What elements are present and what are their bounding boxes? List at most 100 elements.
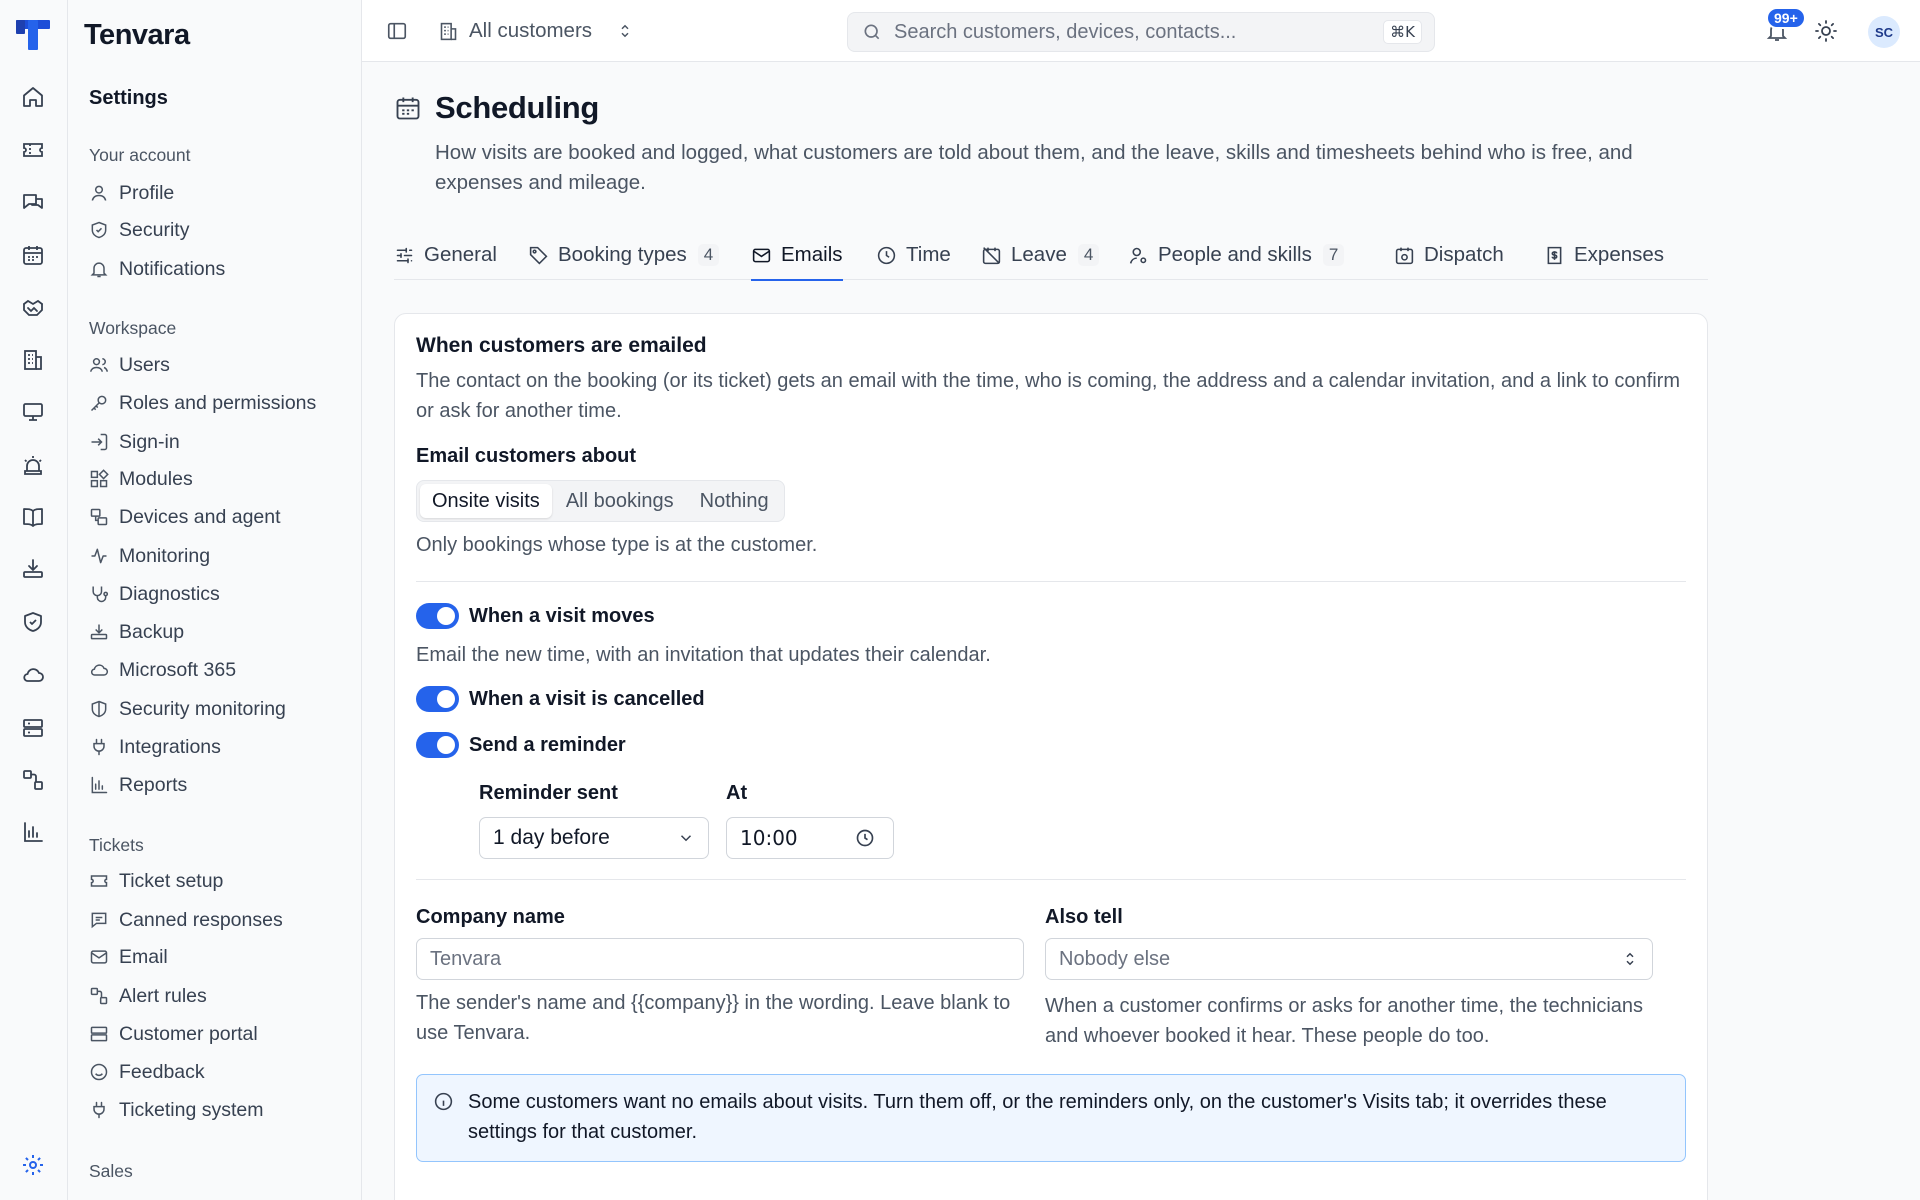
clock-icon xyxy=(877,246,896,264)
sidebar-item-roles[interactable]: Roles and permissions xyxy=(89,386,316,420)
sidebar-item-customer-portal[interactable]: Customer portal xyxy=(89,1017,258,1051)
sidebar-item-integrations[interactable]: Integrations xyxy=(89,730,221,764)
sidebar-item-label: Microsoft 365 xyxy=(119,658,237,681)
ticket-icon xyxy=(90,875,108,887)
avatar[interactable]: SC xyxy=(1868,16,1900,48)
monitor-icon[interactable] xyxy=(19,398,47,426)
settings-icon[interactable] xyxy=(19,1151,47,1179)
tab-expenses[interactable]: Expenses xyxy=(1544,230,1664,280)
option-onsite-visits[interactable]: Onsite visits xyxy=(420,484,552,518)
sidebar-item-label: Integrations xyxy=(119,735,221,758)
sidebar-item-monitoring[interactable]: Monitoring xyxy=(89,539,210,573)
info-callout: Some customers want no emails about visi… xyxy=(416,1074,1686,1162)
reminder-time-input[interactable]: 10:00 xyxy=(726,817,894,859)
info-icon xyxy=(434,1092,453,1111)
sidebar-item-notifications[interactable]: Notifications xyxy=(89,252,225,286)
sidebar-item-security-monitoring[interactable]: Security monitoring xyxy=(89,692,286,726)
send-reminder-toggle[interactable] xyxy=(416,732,459,758)
mail-icon xyxy=(90,950,108,964)
tab-people-and-skills[interactable]: People and skills 7 xyxy=(1128,230,1345,280)
reminder-sent-select[interactable]: 1 day before xyxy=(479,817,709,859)
message-icon xyxy=(91,912,107,929)
sidebar-item-backup[interactable]: Backup xyxy=(89,615,184,649)
sidebar-item-microsoft-365[interactable]: Microsoft 365 xyxy=(89,653,236,687)
shield-icon[interactable] xyxy=(19,608,47,636)
chat-icon[interactable] xyxy=(19,189,47,217)
option-all-bookings[interactable]: All bookings xyxy=(554,484,686,518)
handshake-icon[interactable] xyxy=(19,294,47,322)
sidebar-item-sign-in[interactable]: Sign-in xyxy=(89,425,180,459)
sidebar-item-ticket-setup[interactable]: Ticket setup xyxy=(89,864,223,898)
customer-scope-selector[interactable]: All customers xyxy=(438,14,634,48)
ticket-icon[interactable] xyxy=(19,136,47,164)
tenvara-logo[interactable] xyxy=(14,18,52,52)
option-nothing[interactable]: Nothing xyxy=(688,484,781,518)
toggle-label: When a visit is cancelled xyxy=(469,687,705,710)
tab-time[interactable]: Time xyxy=(876,230,951,280)
tab-label: Booking types xyxy=(558,243,687,266)
download-icon[interactable] xyxy=(19,555,47,583)
sidebar-item-diagnostics[interactable]: Diagnostics xyxy=(89,577,220,611)
calendar-icon xyxy=(396,97,420,120)
visit-moves-toggle[interactable] xyxy=(416,603,459,629)
sidebar-item-modules[interactable]: Modules xyxy=(89,462,193,496)
page-description: How visits are booked and logged, what c… xyxy=(435,141,1633,194)
mail-icon xyxy=(752,248,771,262)
cloud-icon[interactable] xyxy=(19,661,47,689)
at-label: At xyxy=(726,782,748,804)
sidebar-item-security[interactable]: Security xyxy=(89,213,189,247)
tab-label: Emails xyxy=(781,243,843,266)
icon-rail xyxy=(0,0,68,1200)
group-label-tickets: Tickets xyxy=(89,835,144,855)
tag-icon xyxy=(529,246,548,264)
company-name-input[interactable]: Tenvara xyxy=(416,938,1024,980)
search-icon xyxy=(864,24,880,40)
chart-icon[interactable] xyxy=(19,818,47,846)
tab-dispatch[interactable]: Dispatch xyxy=(1394,230,1504,280)
toggle-label: Send a reminder xyxy=(469,733,626,756)
home-icon[interactable] xyxy=(19,83,47,111)
search-input[interactable]: Search customers, devices, contacts... ⌘… xyxy=(847,12,1435,52)
user-icon xyxy=(91,185,107,201)
tab-booking-types[interactable]: Booking types 4 xyxy=(528,230,720,280)
calendar-icon[interactable] xyxy=(19,241,47,269)
tab-general[interactable]: General xyxy=(394,230,497,280)
sidebar-item-canned-responses[interactable]: Canned responses xyxy=(89,903,283,937)
clock-icon[interactable] xyxy=(855,828,875,848)
alarm-icon[interactable] xyxy=(19,451,47,479)
key-icon xyxy=(90,395,107,412)
modules-icon xyxy=(90,469,109,488)
sidebar-item-label: Customer portal xyxy=(119,1022,258,1045)
tab-count: 4 xyxy=(697,244,720,266)
sidebar-item-ticketing-system[interactable]: Ticketing system xyxy=(89,1093,263,1127)
search-placeholder: Search customers, devices, contacts... xyxy=(894,20,1237,43)
server-icon[interactable] xyxy=(19,714,47,742)
book-icon[interactable] xyxy=(19,503,47,531)
building-icon[interactable] xyxy=(19,346,47,374)
emails-settings-card: When customers are emailed The contact o… xyxy=(394,313,1708,1200)
tab-count: 7 xyxy=(1322,244,1345,266)
tab-leave[interactable]: Leave 4 xyxy=(981,230,1100,280)
toggle-label: When a visit moves xyxy=(469,604,655,627)
cloud-icon xyxy=(90,664,108,676)
sidebar-item-reports[interactable]: Reports xyxy=(89,768,187,802)
email-about-label: Email customers about xyxy=(416,445,637,467)
sidebar-item-profile[interactable]: Profile xyxy=(89,176,174,210)
workflow-icon[interactable] xyxy=(19,766,47,794)
also-tell-select[interactable]: Nobody else xyxy=(1045,938,1653,980)
bar-chart-icon xyxy=(91,776,108,794)
sidebar-item-devices[interactable]: Devices and agent xyxy=(89,500,281,534)
sidebar-item-feedback[interactable]: Feedback xyxy=(89,1055,205,1089)
sidebar-toggle-icon[interactable] xyxy=(386,20,408,42)
sidebar-item-alert-rules[interactable]: Alert rules xyxy=(89,979,207,1013)
sidebar-item-label: Feedback xyxy=(119,1060,205,1083)
sidebar-item-users[interactable]: Users xyxy=(89,348,170,382)
theme-toggle-icon[interactable] xyxy=(1814,19,1838,43)
activity-icon xyxy=(91,548,107,564)
sidebar-item-label: Profile xyxy=(119,181,175,204)
visit-cancelled-toggle[interactable] xyxy=(416,686,459,712)
bell-icon xyxy=(90,262,108,278)
tab-emails[interactable]: Emails xyxy=(751,230,843,281)
email-about-segmented-control: Onsite visits All bookings Nothing xyxy=(416,480,785,522)
sidebar-item-email[interactable]: Email xyxy=(89,940,168,974)
